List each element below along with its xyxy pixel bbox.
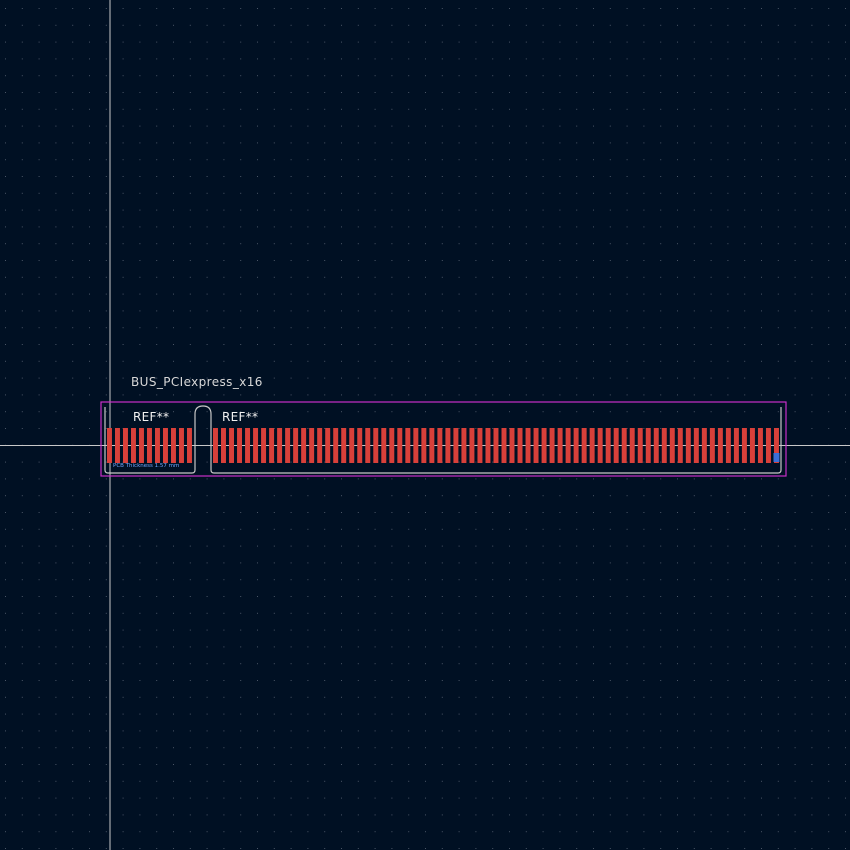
pad[interactable] <box>565 428 571 463</box>
pad[interactable] <box>533 428 539 463</box>
pad[interactable] <box>115 428 120 463</box>
pad[interactable] <box>485 428 491 463</box>
pad[interactable] <box>397 428 403 463</box>
pad[interactable] <box>701 428 707 463</box>
pad[interactable] <box>453 428 459 463</box>
pad[interactable] <box>669 428 675 463</box>
footprint-value-label[interactable]: BUS_PCIexpress_x16 <box>131 375 263 389</box>
pad[interactable] <box>147 428 152 463</box>
pcb-thickness-note[interactable]: PCB Thickness 1.57 mm <box>113 463 179 469</box>
pad[interactable] <box>413 428 419 463</box>
pad[interactable] <box>749 428 755 463</box>
pad[interactable] <box>509 428 515 463</box>
pad[interactable] <box>677 428 683 463</box>
pad[interactable] <box>477 428 483 463</box>
pad[interactable] <box>653 428 659 463</box>
pad[interactable] <box>517 428 523 463</box>
pad[interactable] <box>437 428 443 463</box>
pad[interactable] <box>621 428 627 463</box>
pad[interactable] <box>501 428 507 463</box>
pad[interactable] <box>179 428 184 463</box>
pad[interactable] <box>213 428 218 463</box>
pad[interactable] <box>693 428 699 463</box>
pad[interactable] <box>757 428 763 463</box>
pad[interactable] <box>269 428 275 463</box>
pad[interactable] <box>629 428 635 463</box>
pad[interactable] <box>613 428 619 463</box>
pad[interactable] <box>373 428 379 463</box>
footprint-editor-canvas[interactable]: BUS_PCIexpress_x16 REF** REF** PCB Thick… <box>0 0 850 850</box>
pad[interactable] <box>429 428 435 463</box>
courtyard-outline[interactable] <box>100 401 787 477</box>
pin1-pad-marker[interactable] <box>773 453 780 462</box>
pad[interactable] <box>221 428 226 463</box>
pad[interactable] <box>597 428 603 463</box>
pad[interactable] <box>389 428 395 463</box>
pad[interactable] <box>445 428 451 463</box>
pad[interactable] <box>139 428 144 463</box>
pad[interactable] <box>541 428 547 463</box>
pad[interactable] <box>293 428 299 463</box>
pad[interactable] <box>637 428 643 463</box>
pad[interactable] <box>725 428 731 463</box>
pad[interactable] <box>717 428 723 463</box>
pad[interactable] <box>261 428 267 463</box>
pad[interactable] <box>341 428 347 463</box>
reference-designator-right[interactable]: REF** <box>222 410 258 424</box>
pad[interactable] <box>317 428 323 463</box>
pad[interactable] <box>589 428 595 463</box>
pad[interactable] <box>333 428 339 463</box>
pad[interactable] <box>733 428 739 463</box>
pad[interactable] <box>661 428 667 463</box>
pad[interactable] <box>365 428 371 463</box>
pad[interactable] <box>123 428 128 463</box>
pad[interactable] <box>325 428 331 463</box>
pad[interactable] <box>469 428 475 463</box>
pad[interactable] <box>573 428 579 463</box>
pad[interactable] <box>107 428 112 463</box>
pad[interactable] <box>685 428 691 463</box>
pad[interactable] <box>381 428 387 463</box>
pad[interactable] <box>461 428 467 463</box>
pad[interactable] <box>357 428 363 463</box>
pad[interactable] <box>581 428 587 463</box>
pad[interactable] <box>557 428 563 463</box>
pad[interactable] <box>237 428 243 463</box>
pad[interactable] <box>285 428 291 463</box>
pad[interactable] <box>187 428 192 463</box>
pad[interactable] <box>525 428 531 463</box>
pad[interactable] <box>131 428 136 463</box>
pad[interactable] <box>645 428 651 463</box>
canvas-grid <box>0 0 850 850</box>
pad[interactable] <box>549 428 555 463</box>
pad[interactable] <box>493 428 499 463</box>
reference-designator-left[interactable]: REF** <box>133 410 169 424</box>
pad[interactable] <box>277 428 283 463</box>
pad[interactable] <box>605 428 611 463</box>
pad[interactable] <box>765 428 771 463</box>
pad[interactable] <box>245 428 251 463</box>
pad[interactable] <box>741 428 747 463</box>
pad[interactable] <box>301 428 307 463</box>
pad[interactable] <box>309 428 315 463</box>
pad[interactable] <box>163 428 168 463</box>
pad[interactable] <box>229 428 234 463</box>
pad[interactable] <box>421 428 427 463</box>
pad[interactable] <box>171 428 176 463</box>
pad[interactable] <box>709 428 715 463</box>
pad[interactable] <box>155 428 160 463</box>
pad[interactable] <box>405 428 411 463</box>
pad[interactable] <box>253 428 259 463</box>
pad[interactable] <box>349 428 355 463</box>
